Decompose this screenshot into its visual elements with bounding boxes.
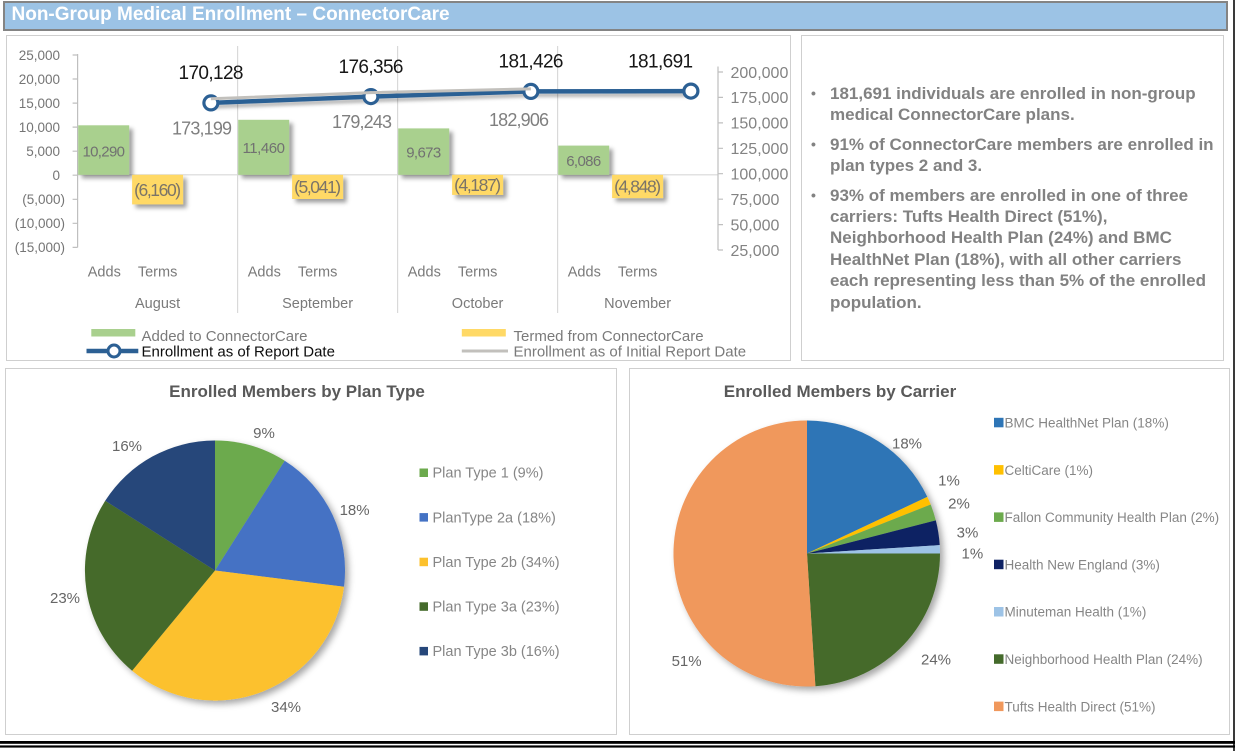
svg-text:October: October	[452, 296, 504, 312]
svg-text:Plan Type 1 (9%): Plan Type 1 (9%)	[433, 466, 544, 482]
svg-text:(5,000): (5,000)	[22, 192, 65, 207]
svg-text:3%: 3%	[957, 524, 979, 541]
svg-text:10,290: 10,290	[82, 144, 125, 161]
svg-text:18%: 18%	[892, 435, 922, 452]
svg-text:9,673: 9,673	[406, 144, 441, 161]
svg-text:Adds: Adds	[248, 264, 281, 280]
svg-text:Tufts Health Direct (51%): Tufts Health Direct (51%)	[1005, 699, 1156, 714]
svg-text:15,000: 15,000	[19, 96, 60, 111]
svg-text:181,426: 181,426	[499, 52, 564, 73]
svg-text:Terms: Terms	[298, 264, 337, 280]
svg-text:(6,160): (6,160)	[134, 180, 181, 200]
svg-text:20,000: 20,000	[19, 72, 60, 87]
svg-text:Enrollment as of Report Date: Enrollment as of Report Date	[142, 344, 335, 361]
svg-text:5,000: 5,000	[26, 144, 60, 159]
svg-text:Neighborhood Health Plan (24%): Neighborhood Health Plan (24%)	[1005, 652, 1203, 667]
svg-text:Termed from ConnectorCare: Termed from ConnectorCare	[514, 328, 704, 345]
svg-text:181,691: 181,691	[628, 51, 693, 72]
svg-text:176,356: 176,356	[339, 57, 404, 78]
svg-text:24%: 24%	[921, 651, 951, 668]
svg-text:1%: 1%	[962, 545, 984, 562]
svg-text:23%: 23%	[50, 590, 80, 607]
svg-text:34%: 34%	[271, 699, 301, 716]
svg-text:Terms: Terms	[458, 264, 497, 280]
svg-text:November: November	[604, 296, 671, 312]
svg-text:179,243: 179,243	[332, 112, 392, 132]
svg-text:Plan Type 2b (34%): Plan Type 2b (34%)	[433, 555, 560, 571]
svg-text:Added to ConnectorCare: Added to ConnectorCare	[142, 328, 308, 345]
svg-text:25,000: 25,000	[731, 243, 780, 260]
svg-text:75,000: 75,000	[731, 192, 780, 209]
svg-text:Fallon Community Health Plan (: Fallon Community Health Plan (2%)	[1005, 510, 1220, 525]
svg-text:(5,041): (5,041)	[294, 177, 341, 197]
svg-text:Enrollment as of Initial Repor: Enrollment as of Initial Report Date	[514, 344, 747, 361]
svg-text:Terms: Terms	[138, 264, 177, 280]
svg-text:Plan Type 3b (16%): Plan Type 3b (16%)	[433, 644, 560, 660]
svg-text:Enrolled Members by Plan Type: Enrolled Members by Plan Type	[169, 382, 425, 401]
svg-text:18%: 18%	[340, 502, 370, 519]
svg-text:Enrolled Members by Carrier: Enrolled Members by Carrier	[724, 382, 957, 401]
svg-text:(4,848): (4,848)	[614, 177, 661, 197]
svg-text:6,086: 6,086	[566, 153, 601, 170]
svg-text:182,906: 182,906	[489, 110, 549, 130]
svg-text:PlanType 2a (18%): PlanType 2a (18%)	[433, 510, 556, 526]
svg-text:CeltiCare (1%): CeltiCare (1%)	[1005, 463, 1094, 478]
svg-text:9%: 9%	[253, 425, 275, 442]
svg-text:51%: 51%	[672, 653, 702, 670]
svg-text:2%: 2%	[948, 495, 970, 512]
svg-text:Adds: Adds	[408, 264, 441, 280]
svg-text:50,000: 50,000	[731, 217, 780, 234]
svg-text:Terms: Terms	[618, 264, 657, 280]
svg-text:August: August	[135, 296, 180, 312]
svg-text:Adds: Adds	[568, 264, 601, 280]
svg-text:0: 0	[52, 168, 60, 183]
svg-text:Plan Type 3a (23%): Plan Type 3a (23%)	[433, 600, 560, 616]
svg-text:16%: 16%	[112, 438, 142, 455]
svg-text:(15,000): (15,000)	[15, 240, 65, 255]
svg-text:170,128: 170,128	[179, 63, 244, 84]
svg-text:(10,000): (10,000)	[15, 216, 65, 231]
svg-text:100,000: 100,000	[731, 167, 789, 184]
svg-text:September: September	[282, 296, 353, 312]
svg-text:150,000: 150,000	[731, 116, 789, 133]
svg-text:25,000: 25,000	[19, 48, 60, 63]
svg-text:200,000: 200,000	[731, 65, 789, 82]
svg-text:173,199: 173,199	[172, 118, 232, 138]
svg-text:(4,187): (4,187)	[454, 175, 501, 195]
svg-text:BMC HealthNet Plan (18%): BMC HealthNet Plan (18%)	[1005, 416, 1169, 431]
svg-text:175,000: 175,000	[731, 90, 789, 107]
svg-text:125,000: 125,000	[731, 141, 789, 158]
svg-text:1%: 1%	[938, 472, 960, 489]
svg-text:11,460: 11,460	[242, 140, 285, 157]
svg-text:10,000: 10,000	[19, 120, 60, 135]
svg-text:Minuteman Health (1%): Minuteman Health (1%)	[1005, 605, 1147, 620]
svg-text:Health New England (3%): Health New England (3%)	[1005, 557, 1160, 572]
svg-text:Adds: Adds	[88, 264, 121, 280]
